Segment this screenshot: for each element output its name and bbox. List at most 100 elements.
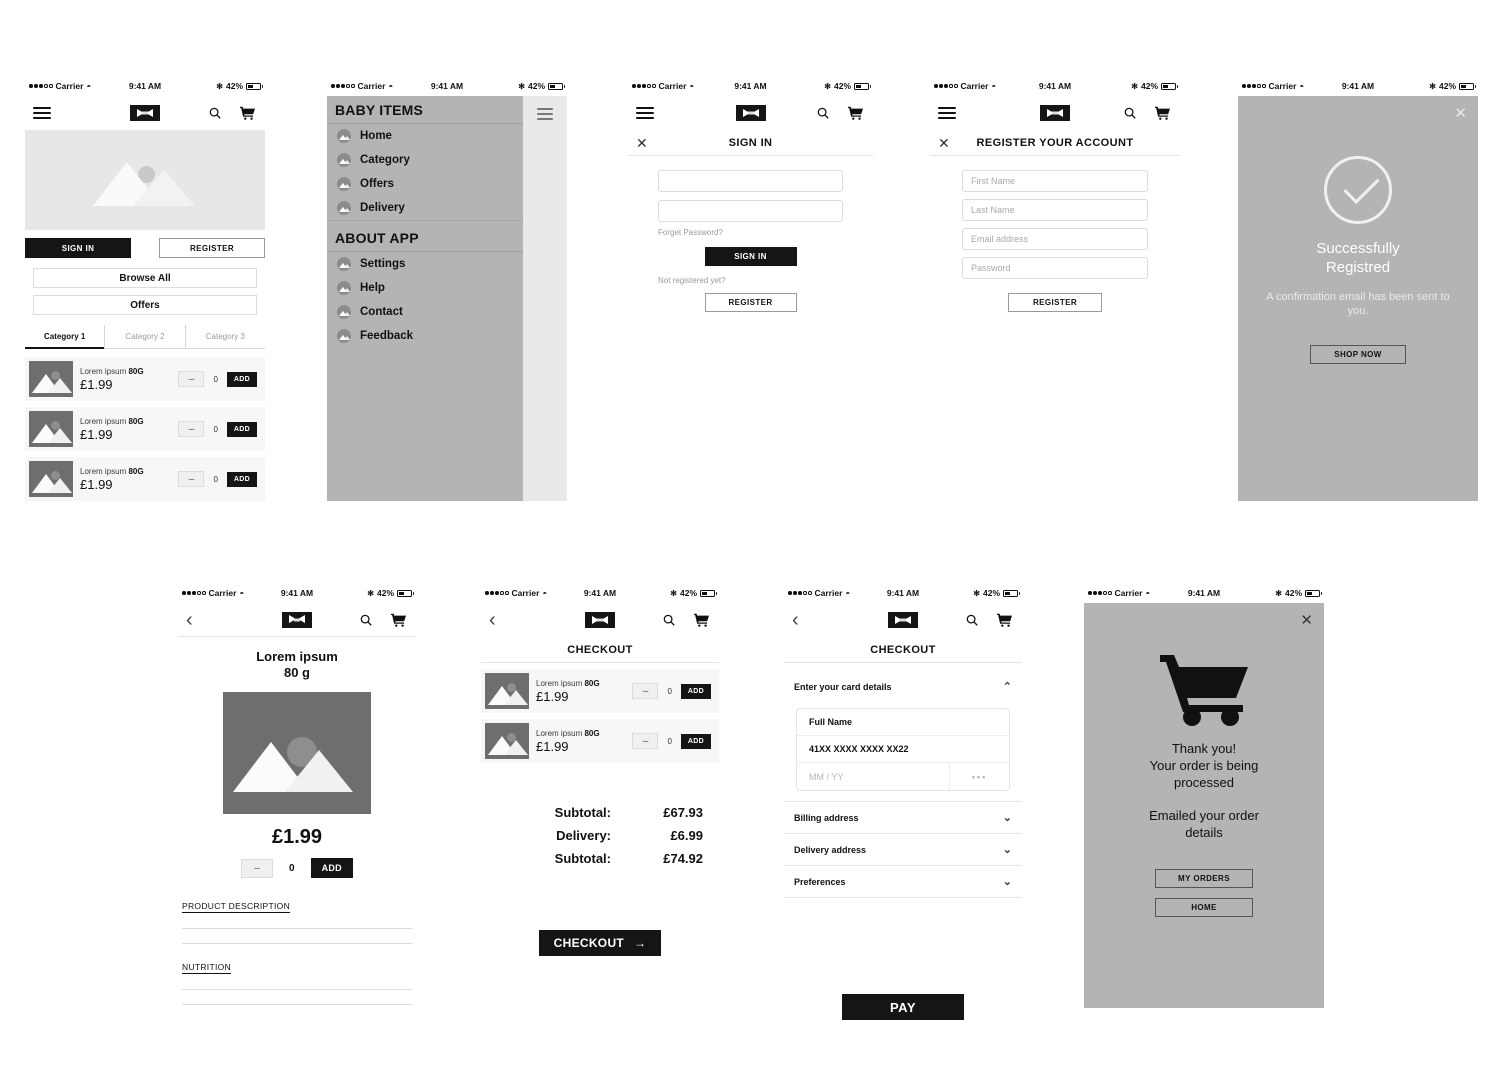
email-field[interactable] [658, 170, 843, 192]
table-row[interactable]: Lorem ipsum 80G £1.99 – 0 ADD [481, 719, 719, 763]
quantity-value: 0 [289, 862, 295, 874]
add-button[interactable]: ADD [310, 858, 353, 879]
close-icon[interactable]: ✕ [1300, 613, 1313, 628]
shop-now-button[interactable]: SHOP NOW [1310, 345, 1406, 365]
card-details-section-header[interactable]: Enter your card details ⌃ [784, 671, 1022, 702]
sidebar-item-feedback[interactable]: Feedback [327, 324, 523, 348]
add-button[interactable]: ADD [680, 683, 711, 699]
sub-header: ✕ SIGN IN [628, 130, 873, 156]
browse-all-button[interactable]: Browse All [33, 268, 257, 288]
decrement-button[interactable]: – [178, 471, 205, 487]
add-button[interactable]: ADD [680, 733, 711, 749]
cart-icon[interactable] [994, 610, 1014, 630]
search-icon[interactable] [205, 103, 225, 123]
tab-category-3[interactable]: Category 3 [186, 325, 265, 348]
first-name-field[interactable]: First Name [962, 170, 1148, 192]
row-label: Subtotal: [554, 805, 611, 820]
sidebar-item-help[interactable]: Help [327, 276, 523, 300]
sign-in-button[interactable]: SIGN IN [25, 238, 131, 258]
battery-percent-label: 42% [225, 81, 243, 91]
quantity-stepper: – 0 ADD [632, 683, 711, 699]
last-name-field[interactable]: Last Name [962, 199, 1148, 221]
register-form: First Name Last Name Email address Passw… [930, 156, 1180, 312]
category-tabs: Category 1 Category 2 Category 3 [25, 325, 265, 349]
table-row[interactable]: Lorem ipsum 80G £1.99 – 0 ADD [25, 407, 265, 451]
add-button[interactable]: ADD [226, 471, 257, 487]
password-field[interactable] [658, 200, 843, 222]
billing-address-section[interactable]: Billing address ⌄ [784, 802, 1022, 834]
product-name: Lorem ipsum 80G [80, 416, 144, 426]
drawer-container: BABY ITEMS Home Category Offers Delivery… [327, 96, 567, 501]
delivery-address-section[interactable]: Delivery address ⌄ [784, 834, 1022, 866]
back-icon[interactable]: ‹ [792, 610, 799, 630]
confirmation-overlay: ✕ Thank you! Your order is being process… [1084, 603, 1324, 1008]
menu-icon[interactable] [636, 107, 654, 119]
battery-icon [1459, 82, 1476, 90]
back-icon[interactable]: ‹ [186, 610, 193, 630]
sidebar-item-contact[interactable]: Contact [327, 300, 523, 324]
tab-category-1[interactable]: Category 1 [25, 325, 106, 349]
register-submit-button[interactable]: REGISTER [1008, 293, 1102, 312]
screen-cart: Carrier ◓ 9:41 AM ✻ 42% ‹ CHECKOUT Lorem… [481, 583, 719, 1008]
search-icon[interactable] [813, 103, 833, 123]
cart-icon[interactable] [845, 103, 865, 123]
product-price: £1.99 [80, 376, 113, 392]
cart-icon[interactable] [388, 610, 408, 630]
sidebar-item-delivery[interactable]: Delivery [327, 196, 523, 220]
sign-in-submit-button[interactable]: SIGN IN [704, 247, 797, 266]
product-name: Lorem ipsum 80G [80, 466, 144, 476]
decrement-button[interactable]: – [632, 733, 659, 749]
decrement-button[interactable]: – [241, 858, 274, 878]
email-field[interactable]: Email address [962, 228, 1148, 250]
checkout-button-label: CHECKOUT [553, 936, 625, 950]
app-logo [888, 612, 918, 628]
cart-icon[interactable] [1152, 103, 1172, 123]
chevron-down-icon: ⌄ [1002, 812, 1012, 824]
home-button[interactable]: HOME [1155, 898, 1253, 918]
expiry-field[interactable]: MM / YY [797, 763, 949, 790]
offers-button[interactable]: Offers [33, 295, 257, 315]
table-row[interactable]: Lorem ipsum 80G £1.99 – 0 ADD [25, 457, 265, 501]
close-icon[interactable]: ✕ [1454, 106, 1467, 121]
search-icon[interactable] [356, 610, 376, 630]
nav-bar: ‹ [481, 603, 719, 637]
nav-actions [813, 103, 865, 123]
my-orders-button[interactable]: MY ORDERS [1155, 869, 1253, 889]
add-button[interactable]: ADD [226, 371, 257, 387]
checkout-button[interactable]: CHECKOUT → [539, 930, 661, 956]
decrement-button[interactable]: – [178, 371, 205, 387]
cvv-field[interactable]: ••• [949, 763, 1009, 790]
card-details-label: Enter your card details [794, 681, 892, 692]
product-price: £1.99 [536, 738, 569, 754]
sidebar-item-label: Settings [360, 258, 406, 270]
cart-icon[interactable] [237, 103, 257, 123]
add-button[interactable]: ADD [226, 421, 257, 437]
register-button[interactable]: REGISTER [159, 238, 265, 258]
forgot-password-link[interactable]: Forget Password? [658, 228, 843, 237]
search-icon[interactable] [1120, 103, 1140, 123]
card-number-field[interactable]: 41XX XXXX XXXX XX22 [797, 736, 1009, 763]
table-row[interactable]: Lorem ipsum 80G £1.99 – 0 ADD [481, 669, 719, 713]
menu-icon[interactable] [33, 107, 51, 119]
pay-button[interactable]: PAY [842, 994, 964, 1020]
sidebar-item-home[interactable]: Home [327, 124, 523, 148]
sidebar-item-offers[interactable]: Offers [327, 172, 523, 196]
decrement-button[interactable]: – [632, 683, 659, 699]
password-field[interactable]: Password [962, 257, 1148, 279]
preferences-section[interactable]: Preferences ⌄ [784, 866, 1022, 898]
menu-icon[interactable] [537, 108, 553, 501]
search-icon[interactable] [962, 610, 982, 630]
cart-icon[interactable] [691, 610, 711, 630]
nav-bar: ‹ [784, 603, 1022, 637]
menu-icon[interactable] [938, 107, 956, 119]
back-icon[interactable]: ‹ [489, 610, 496, 630]
sidebar-item-category[interactable]: Category [327, 148, 523, 172]
table-row[interactable]: Lorem ipsum 80G £1.99 – 0 ADD [25, 357, 265, 401]
full-name-field[interactable]: Full Name [797, 709, 1009, 736]
mountain-icon [337, 129, 351, 143]
sidebar-item-settings[interactable]: Settings [327, 252, 523, 276]
register-link-button[interactable]: REGISTER [704, 293, 797, 312]
tab-category-2[interactable]: Category 2 [105, 325, 186, 348]
search-icon[interactable] [659, 610, 679, 630]
decrement-button[interactable]: – [178, 421, 205, 437]
